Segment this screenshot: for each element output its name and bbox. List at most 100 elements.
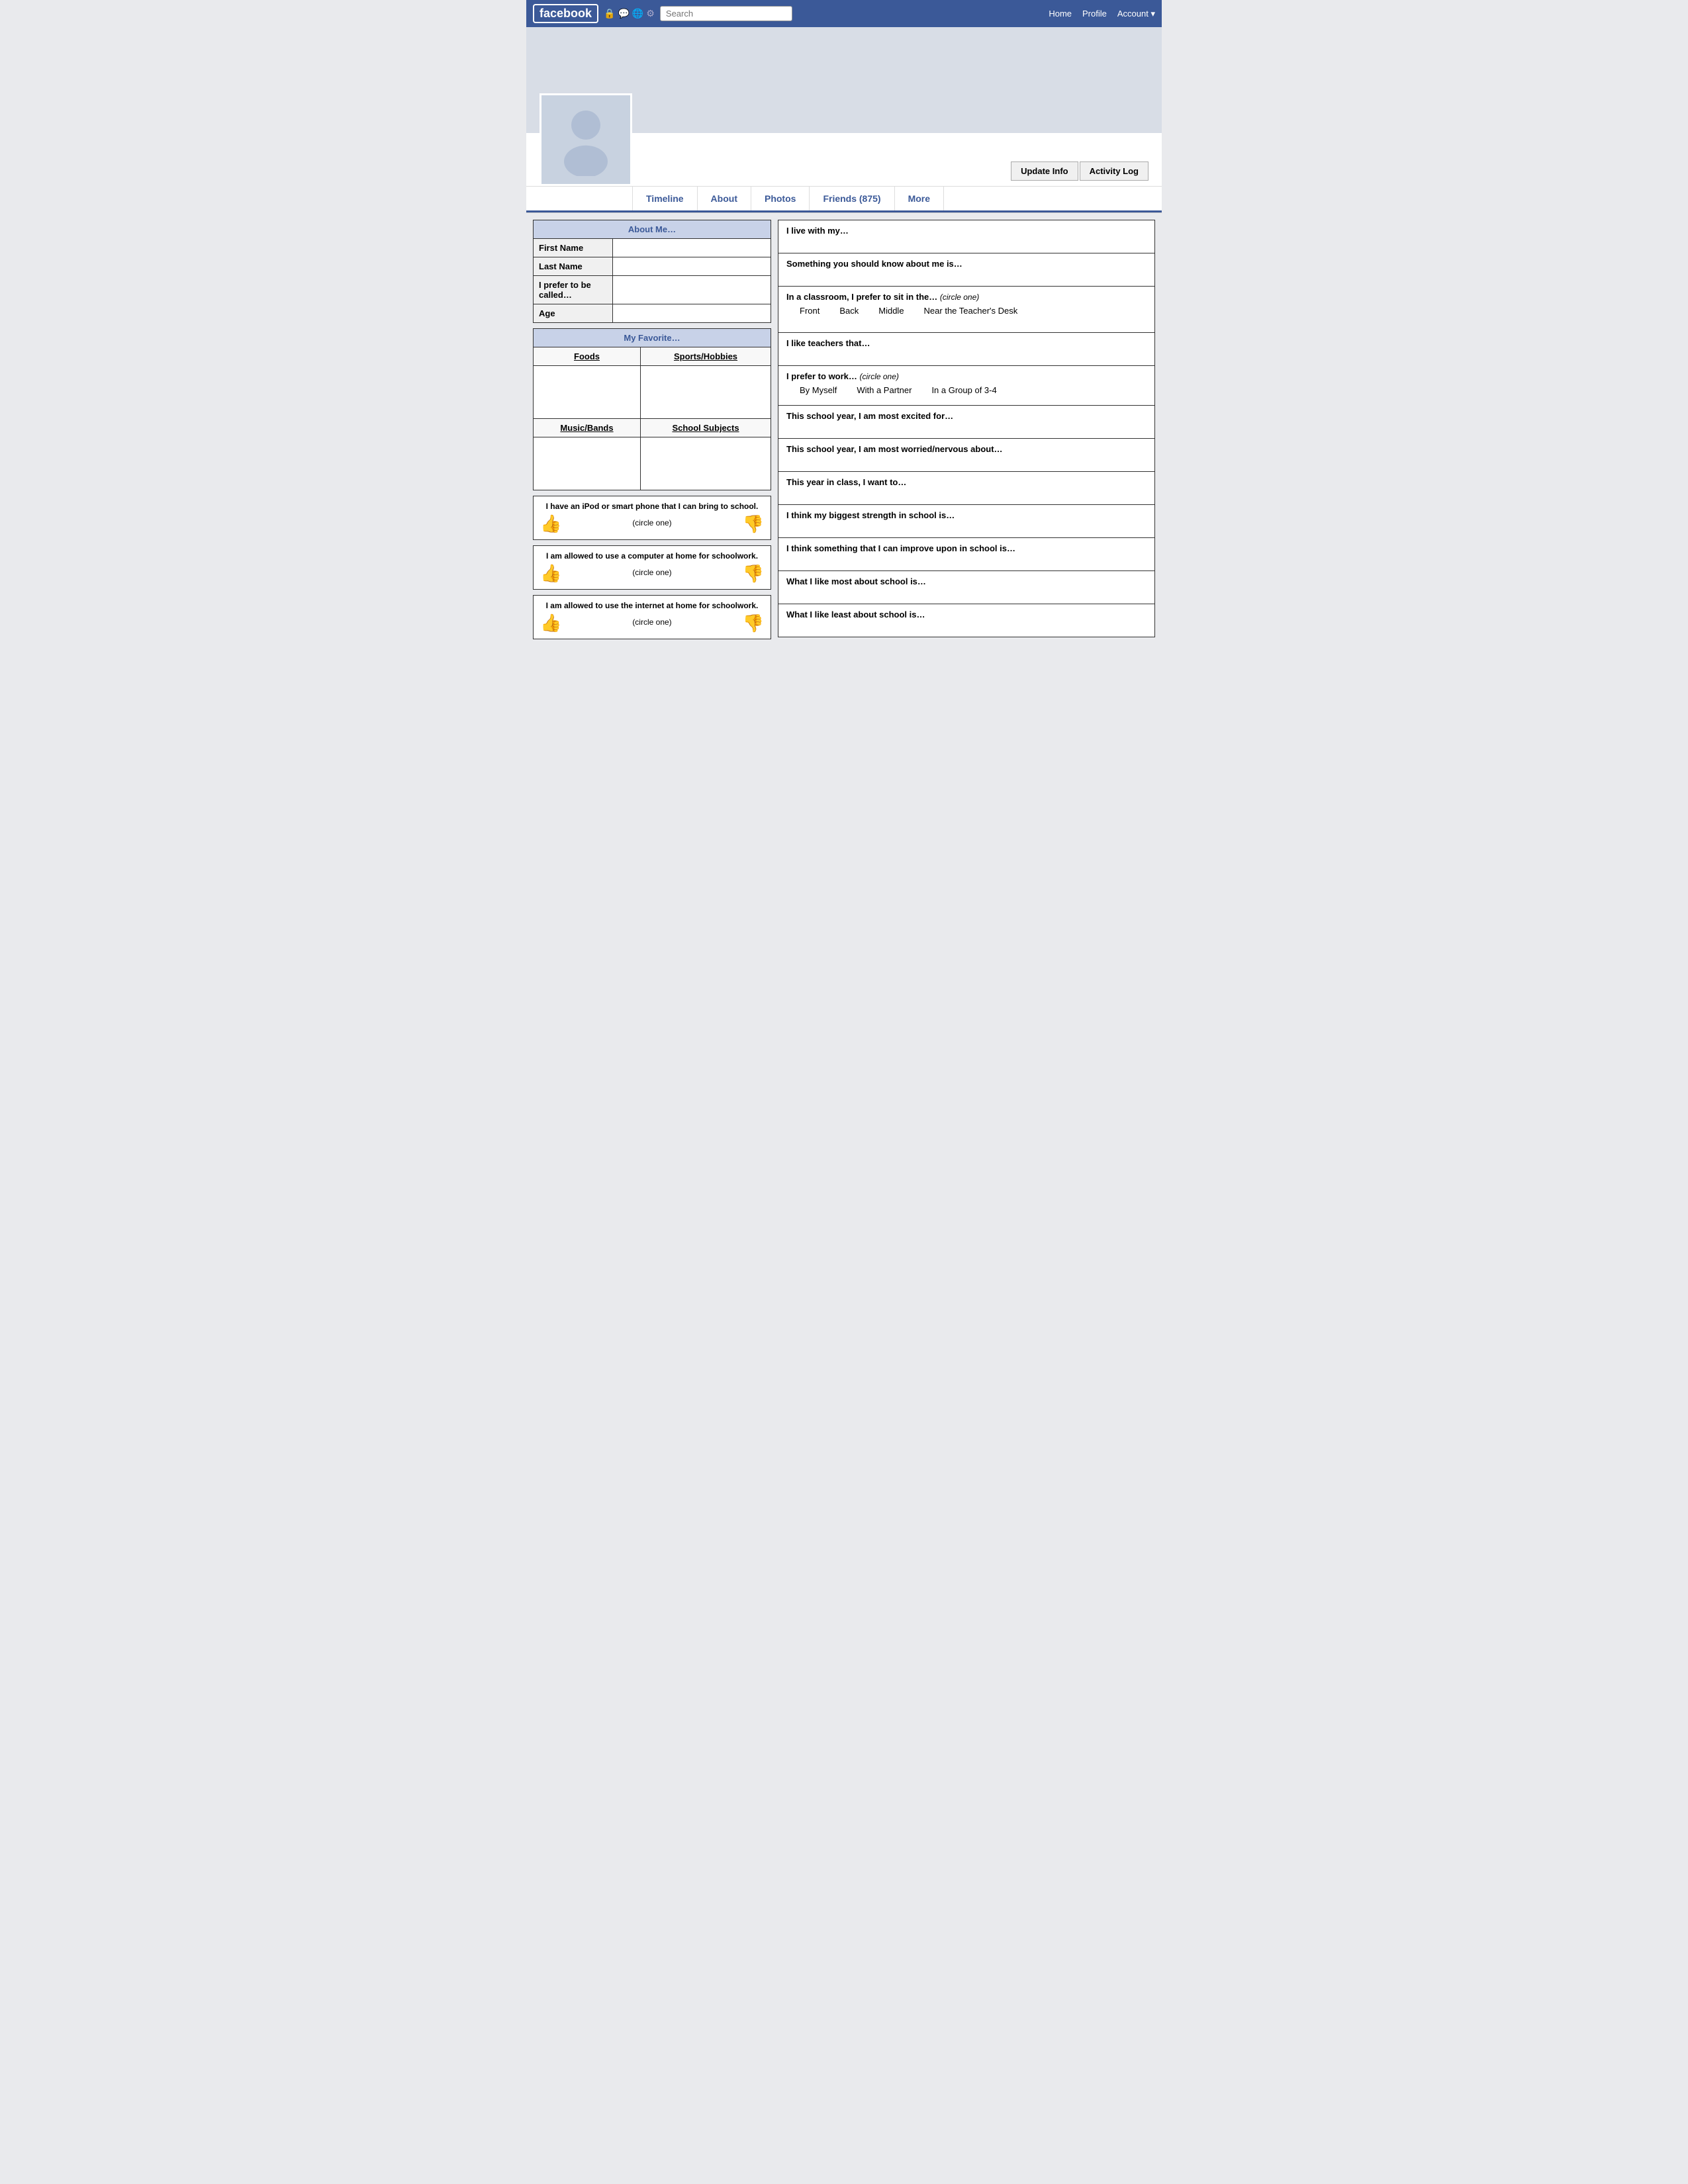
prompt-2: In a classroom, I prefer to sit in the…	[786, 292, 937, 302]
facebook-logo: facebook	[533, 4, 598, 23]
foods-content[interactable]	[534, 366, 641, 419]
thumbs-internet-text: I am allowed to use the internet at home…	[546, 601, 759, 610]
icon2: 💬	[618, 8, 629, 19]
prompt-3: I like teachers that…	[786, 338, 870, 348]
thumbs-up-icon-3[interactable]: 👍	[540, 613, 561, 633]
icon3: 🌐	[632, 8, 643, 19]
thumbs-ipod-circle: (circle one)	[632, 518, 671, 527]
thumbs-up-icon-2[interactable]: 👍	[540, 563, 561, 584]
circle-options-4: By Myself With a Partner In a Group of 3…	[786, 381, 1147, 399]
prompt-4: I prefer to work…	[786, 371, 857, 381]
tab-friends[interactable]: Friends (875)	[810, 187, 894, 210]
music-header: Music/Bands	[534, 419, 641, 437]
thumbs-ipod-row: 👍 (circle one) 👍	[540, 514, 764, 534]
circle-label-4: (circle one)	[860, 372, 899, 381]
tab-more[interactable]: More	[895, 187, 944, 210]
prompt-10: What I like most about school is…	[786, 576, 926, 586]
circle-options-2: Front Back Middle Near the Teacher's Des…	[786, 302, 1147, 320]
nav-right: Home Profile Account ▾	[1049, 9, 1155, 19]
circle-label-2: (circle one)	[940, 293, 979, 302]
tab-about[interactable]: About	[698, 187, 751, 210]
right-section-6: This school year, I am most worried/nerv…	[778, 438, 1155, 471]
nickname-label: I prefer to be called…	[534, 276, 613, 304]
right-section-10: What I like most about school is…	[778, 570, 1155, 604]
prompt-1: Something you should know about me is…	[786, 259, 962, 269]
avatar-silhouette	[549, 103, 622, 176]
firstname-value[interactable]	[613, 239, 771, 257]
thumbs-computer-text: I am allowed to use a computer at home f…	[546, 551, 758, 561]
option-near-desk[interactable]: Near the Teacher's Desk	[924, 306, 1018, 316]
profile-row: Update Info Activity Log	[526, 133, 1162, 186]
navbar: facebook 🔒 💬 🌐 ⚙ Home Profile Account ▾	[526, 0, 1162, 27]
icon4: ⚙	[646, 8, 655, 19]
avatar	[539, 93, 632, 186]
right-section-5: This school year, I am most excited for…	[778, 405, 1155, 438]
left-column: About Me… First Name Last Name I prefer …	[533, 220, 771, 639]
thumbs-ipod-text: I have an iPod or smart phone that I can…	[546, 502, 759, 511]
thumbs-down-icon-1[interactable]: 👍	[743, 514, 764, 534]
right-section-7: This year in class, I want to…	[778, 471, 1155, 504]
thumbs-down-icon-3[interactable]: 👍	[743, 613, 764, 633]
right-section-1: Something you should know about me is…	[778, 253, 1155, 286]
right-section-9: I think something that I can improve upo…	[778, 537, 1155, 570]
right-section-8: I think my biggest strength in school is…	[778, 504, 1155, 537]
nav-account[interactable]: Account ▾	[1117, 9, 1155, 19]
firstname-label: First Name	[534, 239, 613, 257]
right-section-4: I prefer to work… (circle one) By Myself…	[778, 365, 1155, 405]
lastname-label: Last Name	[534, 257, 613, 276]
nav-profile[interactable]: Profile	[1082, 9, 1107, 19]
school-subjects-content[interactable]	[641, 437, 771, 490]
thumbs-computer-circle: (circle one)	[632, 568, 671, 577]
tab-timeline[interactable]: Timeline	[632, 187, 698, 210]
favorites-table: My Favorite… Foods Sports/Hobbies Music/…	[533, 328, 771, 490]
option-back[interactable]: Back	[839, 306, 859, 316]
option-middle[interactable]: Middle	[878, 306, 904, 316]
thumbs-down-icon-2[interactable]: 👍	[743, 563, 764, 584]
tab-photos[interactable]: Photos	[751, 187, 810, 210]
option-partner[interactable]: With a Partner	[857, 385, 912, 395]
nav-home[interactable]: Home	[1049, 9, 1072, 19]
prompt-9: I think something that I can improve upo…	[786, 543, 1015, 553]
cover-area: Update Info Activity Log Timeline About …	[526, 27, 1162, 213]
sports-header: Sports/Hobbies	[641, 347, 771, 366]
school-subjects-header: School Subjects	[641, 419, 771, 437]
icon1: 🔒	[604, 8, 615, 19]
right-column: I live with my… Something you should kno…	[778, 220, 1155, 639]
prompt-8: I think my biggest strength in school is…	[786, 510, 955, 520]
thumbs-internet-box: I am allowed to use the internet at home…	[533, 595, 771, 639]
option-front[interactable]: Front	[800, 306, 820, 316]
thumbs-up-icon-1[interactable]: 👍	[540, 514, 561, 534]
prompt-5: This school year, I am most excited for…	[786, 411, 953, 421]
update-info-button[interactable]: Update Info	[1011, 161, 1078, 181]
lastname-value[interactable]	[613, 257, 771, 276]
about-me-header: About Me…	[534, 220, 771, 239]
sports-content[interactable]	[641, 366, 771, 419]
nickname-value[interactable]	[613, 276, 771, 304]
main-content: About Me… First Name Last Name I prefer …	[526, 213, 1162, 646]
option-group[interactable]: In a Group of 3-4	[931, 385, 996, 395]
prompt-7: This year in class, I want to…	[786, 477, 906, 487]
thumbs-computer-box: I am allowed to use a computer at home f…	[533, 545, 771, 590]
right-section-11: What I like least about school is…	[778, 604, 1155, 637]
foods-header: Foods	[534, 347, 641, 366]
nav-icons: 🔒 💬 🌐 ⚙	[604, 8, 655, 19]
right-section-0: I live with my…	[778, 220, 1155, 253]
thumbs-ipod-box: I have an iPod or smart phone that I can…	[533, 496, 771, 540]
prompt-11: What I like least about school is…	[786, 610, 925, 619]
profile-action-btns: Update Info Activity Log	[1011, 161, 1149, 186]
favorites-header: My Favorite…	[534, 329, 771, 347]
search-input[interactable]	[660, 6, 792, 21]
right-section-3: I like teachers that…	[778, 332, 1155, 365]
activity-log-button[interactable]: Activity Log	[1080, 161, 1149, 181]
thumbs-computer-row: 👍 (circle one) 👍	[540, 563, 764, 584]
age-label: Age	[534, 304, 613, 323]
thumbs-internet-circle: (circle one)	[632, 617, 671, 627]
option-myself[interactable]: By Myself	[800, 385, 837, 395]
prompt-6: This school year, I am most worried/nerv…	[786, 444, 1003, 454]
tab-nav: Timeline About Photos Friends (875) More	[526, 186, 1162, 212]
about-me-table: About Me… First Name Last Name I prefer …	[533, 220, 771, 323]
thumbs-internet-row: 👍 (circle one) 👍	[540, 613, 764, 633]
right-section-2: In a classroom, I prefer to sit in the… …	[778, 286, 1155, 332]
music-content[interactable]	[534, 437, 641, 490]
age-value[interactable]	[613, 304, 771, 323]
